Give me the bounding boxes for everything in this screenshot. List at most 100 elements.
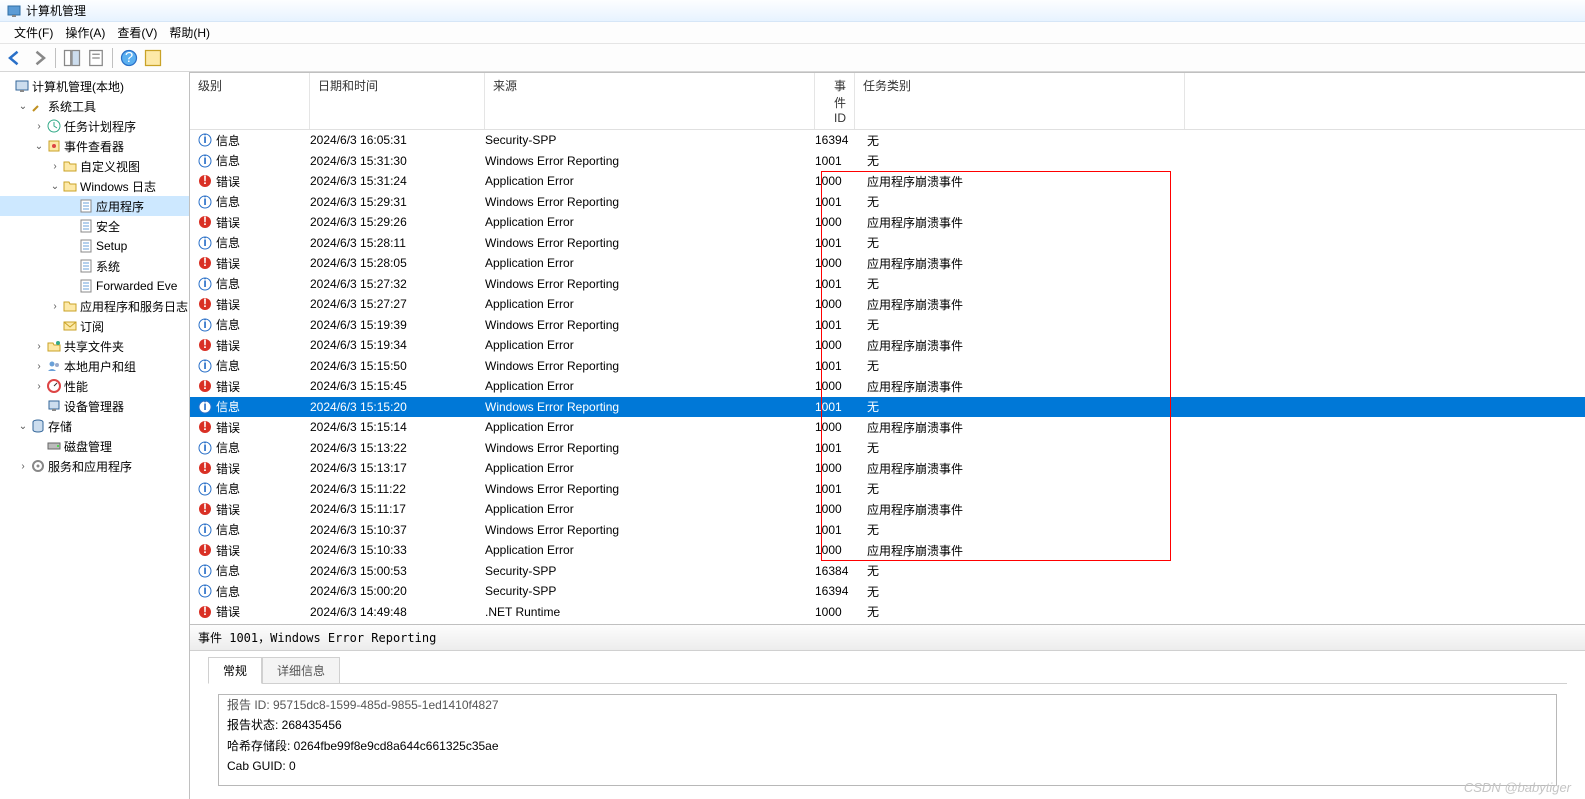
event-row[interactable]: !错误2024/6/3 15:13:17Application Error100… — [190, 458, 1585, 479]
event-level: 错误 — [216, 542, 240, 559]
tree-item[interactable]: ›任务计划程序 — [0, 116, 189, 136]
expand-arrow-icon[interactable]: › — [32, 121, 46, 132]
event-row[interactable]: !错误2024/6/3 15:28:05Application Error100… — [190, 253, 1585, 274]
expand-arrow-icon[interactable]: ⌄ — [16, 421, 30, 432]
event-row[interactable]: i信息2024/6/3 15:27:32Windows Error Report… — [190, 274, 1585, 295]
tab-detail[interactable]: 详细信息 — [262, 657, 340, 684]
info-icon: i — [198, 482, 212, 496]
event-row[interactable]: !错误2024/6/3 15:29:26Application Error100… — [190, 212, 1585, 233]
log-icon — [78, 278, 94, 294]
event-id: 1000 — [815, 605, 855, 619]
event-row[interactable]: i信息2024/6/3 15:15:50Windows Error Report… — [190, 356, 1585, 377]
info-icon: i — [198, 584, 212, 598]
header-id[interactable]: 事件 ID — [815, 73, 855, 129]
event-row[interactable]: i信息2024/6/3 16:05:31Security-SPP16394无 — [190, 130, 1585, 151]
back-button[interactable] — [4, 47, 26, 69]
tree-item[interactable]: ›本地用户和组 — [0, 356, 189, 376]
svg-text:!: ! — [203, 338, 207, 351]
expand-arrow-icon[interactable]: › — [48, 161, 62, 172]
event-row[interactable]: i信息2024/6/3 15:00:20Security-SPP16394无 — [190, 581, 1585, 602]
tree-item[interactable]: 系统 — [0, 256, 189, 276]
event-date: 2024/6/3 15:28:05 — [310, 256, 485, 270]
tree-item[interactable]: 设备管理器 — [0, 396, 189, 416]
event-date: 2024/6/3 15:27:32 — [310, 277, 485, 291]
event-row[interactable]: !错误2024/6/3 15:31:24Application Error100… — [190, 171, 1585, 192]
event-row[interactable]: !错误2024/6/3 15:11:17Application Error100… — [190, 499, 1585, 520]
tree-item[interactable]: 安全 — [0, 216, 189, 236]
tree-label: 安全 — [96, 218, 120, 235]
refresh-button[interactable] — [142, 47, 164, 69]
svg-text:i: i — [203, 195, 206, 208]
users-icon — [46, 358, 62, 374]
event-row[interactable]: i信息2024/6/3 15:13:22Windows Error Report… — [190, 438, 1585, 459]
event-row[interactable]: i信息2024/6/3 15:15:20Windows Error Report… — [190, 397, 1585, 418]
event-date: 2024/6/3 15:13:17 — [310, 461, 485, 475]
properties-button[interactable] — [85, 47, 107, 69]
tab-general[interactable]: 常规 — [208, 657, 262, 684]
tree-item[interactable]: ›服务和应用程序 — [0, 456, 189, 476]
expand-arrow-icon[interactable]: › — [48, 301, 62, 312]
event-row[interactable]: !错误2024/6/3 15:27:27Application Error100… — [190, 294, 1585, 315]
tree-item[interactable]: Forwarded Eve — [0, 276, 189, 296]
tree-item[interactable]: ⌄系统工具 — [0, 96, 189, 116]
event-row[interactable]: !错误2024/6/3 15:15:14Application Error100… — [190, 417, 1585, 438]
tree-label: Forwarded Eve — [96, 279, 177, 293]
event-category: 无 — [855, 234, 1185, 251]
event-level: 错误 — [216, 337, 240, 354]
tree-label: 事件查看器 — [64, 138, 124, 155]
event-list[interactable]: 级别 日期和时间 来源 事件 ID 任务类别 i信息2024/6/3 16:05… — [190, 73, 1585, 624]
help2-button[interactable]: ? — [118, 47, 140, 69]
tree-item[interactable]: 应用程序 — [0, 196, 189, 216]
expand-arrow-icon[interactable]: ⌄ — [48, 181, 62, 192]
event-row[interactable]: i信息2024/6/3 15:11:22Windows Error Report… — [190, 479, 1585, 500]
menu-file[interactable]: 文件(F) — [8, 21, 59, 44]
expand-arrow-icon[interactable]: › — [32, 381, 46, 392]
expand-arrow-icon[interactable]: › — [16, 461, 30, 472]
tree-item[interactable]: 计算机管理(本地) — [0, 76, 189, 96]
event-row[interactable]: i信息2024/6/3 15:31:30Windows Error Report… — [190, 151, 1585, 172]
tree-item[interactable]: ›自定义视图 — [0, 156, 189, 176]
header-level[interactable]: 级别 — [190, 73, 310, 129]
services-icon — [30, 458, 46, 474]
expand-arrow-icon[interactable]: ⌄ — [32, 141, 46, 152]
menu-help[interactable]: 帮助(H) — [163, 21, 216, 44]
event-category: 应用程序崩溃事件 — [855, 173, 1185, 190]
event-id: 1001 — [815, 236, 855, 250]
log-icon — [78, 218, 94, 234]
expand-arrow-icon[interactable]: › — [32, 341, 46, 352]
tree-item[interactable]: ›应用程序和服务日志 — [0, 296, 189, 316]
event-row[interactable]: i信息2024/6/3 15:29:31Windows Error Report… — [190, 192, 1585, 213]
event-row[interactable]: i信息2024/6/3 15:19:39Windows Error Report… — [190, 315, 1585, 336]
event-date: 2024/6/3 15:15:14 — [310, 420, 485, 434]
event-row[interactable]: i信息2024/6/3 15:10:37Windows Error Report… — [190, 520, 1585, 541]
expand-arrow-icon[interactable]: ⌄ — [16, 101, 30, 112]
header-date[interactable]: 日期和时间 — [310, 73, 485, 129]
menu-action[interactable]: 操作(A) — [59, 21, 111, 44]
folder-icon — [62, 178, 78, 194]
event-row[interactable]: i信息2024/6/3 14:45:37Security-SPP16384无 — [190, 622, 1585, 624]
tree-item[interactable]: Setup — [0, 236, 189, 256]
forward-button[interactable] — [28, 47, 50, 69]
event-row[interactable]: !错误2024/6/3 14:49:48.NET Runtime1000无 — [190, 602, 1585, 623]
tree-item[interactable]: ›性能 — [0, 376, 189, 396]
menu-view[interactable]: 查看(V) — [111, 21, 163, 44]
expand-arrow-icon[interactable]: › — [32, 361, 46, 372]
event-row[interactable]: !错误2024/6/3 15:19:34Application Error100… — [190, 335, 1585, 356]
event-row[interactable]: i信息2024/6/3 15:00:53Security-SPP16384无 — [190, 561, 1585, 582]
tree-item[interactable]: ›共享文件夹 — [0, 336, 189, 356]
tree-item[interactable]: ⌄存储 — [0, 416, 189, 436]
tree-item[interactable]: 磁盘管理 — [0, 436, 189, 456]
header-source[interactable]: 来源 — [485, 73, 815, 129]
event-row[interactable]: !错误2024/6/3 15:10:33Application Error100… — [190, 540, 1585, 561]
tree-item[interactable]: 订阅 — [0, 316, 189, 336]
show-hide-tree-button[interactable] — [61, 47, 83, 69]
event-source: Application Error — [485, 502, 815, 516]
event-id: 1001 — [815, 482, 855, 496]
header-cat[interactable]: 任务类别 — [855, 73, 1185, 129]
event-row[interactable]: !错误2024/6/3 15:15:45Application Error100… — [190, 376, 1585, 397]
tree-item[interactable]: ⌄ 事件查看器 — [0, 136, 189, 156]
info-icon: i — [198, 236, 212, 250]
tree-item[interactable]: ⌄Windows 日志 — [0, 176, 189, 196]
nav-tree[interactable]: 计算机管理(本地)⌄系统工具›任务计划程序 ⌄ 事件查看器›自定义视图⌄Window… — [0, 72, 190, 799]
event-row[interactable]: i信息2024/6/3 15:28:11Windows Error Report… — [190, 233, 1585, 254]
